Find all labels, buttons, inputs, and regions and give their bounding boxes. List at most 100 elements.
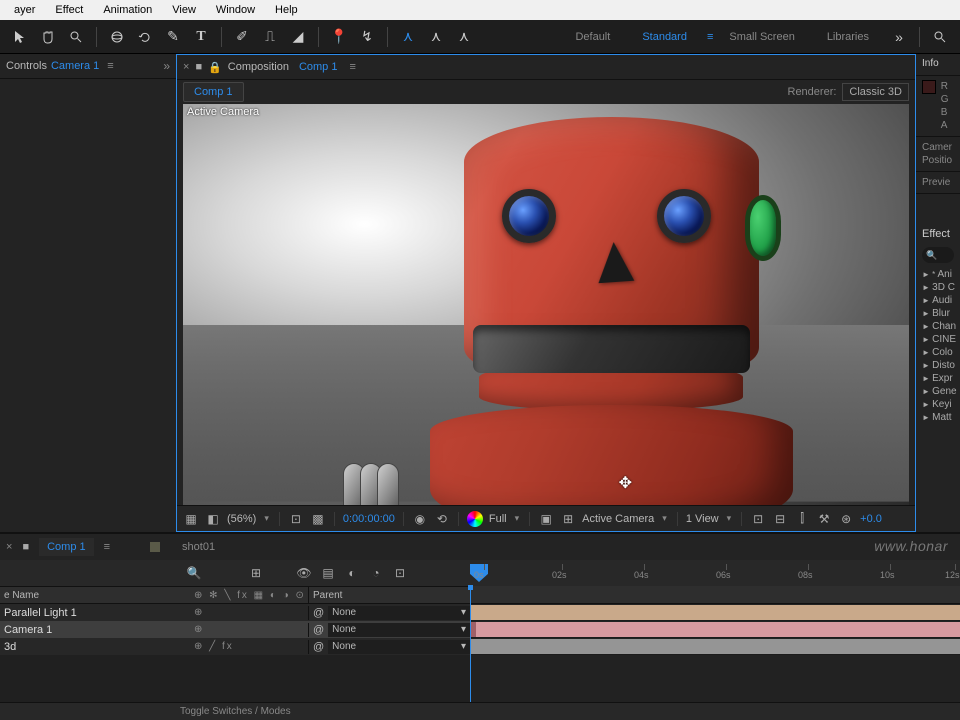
axis-view-icon[interactable]: ⋏ <box>452 25 476 49</box>
show-snapshot-icon[interactable]: ⟲ <box>434 511 450 527</box>
pickwhip-icon[interactable]: @ <box>313 624 324 636</box>
flowchart-icon[interactable]: ⚒ <box>816 511 832 527</box>
axis-local-icon[interactable]: ⋏ <box>396 25 420 49</box>
quality-dropdown[interactable]: Full <box>489 513 507 525</box>
layer-bar[interactable] <box>476 622 960 637</box>
grid-icon[interactable]: ▦ <box>183 511 199 527</box>
effects-category[interactable]: Chan <box>916 320 960 333</box>
search-icon[interactable] <box>928 25 952 49</box>
effects-panel-title[interactable]: Effect <box>916 224 960 244</box>
camera-dropdown[interactable]: Active Camera <box>582 513 654 525</box>
pen-tool-icon[interactable]: ✎ <box>161 25 185 49</box>
menu-layer[interactable]: ayer <box>4 4 45 16</box>
chevron-down-icon[interactable]: ▾ <box>662 513 667 524</box>
timeline-tab-shot01[interactable]: shot01 <box>174 538 223 556</box>
panel-overflow-icon[interactable]: » <box>163 59 170 73</box>
composition-tab-label[interactable]: Composition <box>228 61 289 73</box>
renderer-dropdown[interactable]: Classic 3D <box>842 83 909 101</box>
search-icon[interactable]: 🔍 <box>186 565 202 581</box>
menu-help[interactable]: Help <box>265 4 308 16</box>
timeline-close-icon[interactable]: × <box>6 541 12 553</box>
orbit-tool-icon[interactable] <box>105 25 129 49</box>
effects-category[interactable]: CINE <box>916 333 960 346</box>
pin-tool-icon[interactable]: 📍 <box>327 25 351 49</box>
col-layer-name[interactable]: e Name <box>0 587 188 603</box>
pickwhip-icon[interactable]: @ <box>313 607 324 619</box>
graph-editor-icon[interactable]: ◔ <box>368 565 384 581</box>
parent-dropdown[interactable]: None▾ <box>328 623 470 637</box>
zoom-level[interactable]: (56%) <box>227 513 256 525</box>
layer-row[interactable]: Camera 1 ⊕ @None▾ <box>0 621 470 638</box>
eraser-tool-icon[interactable]: ◢ <box>286 25 310 49</box>
panel-menu-icon[interactable]: ≡ <box>107 60 113 72</box>
effects-category[interactable]: Ani <box>916 268 960 281</box>
menu-animation[interactable]: Animation <box>93 4 162 16</box>
shy-icon[interactable]: 👁 <box>296 565 312 581</box>
layer-row[interactable]: Parallel Light 1 ⊕ @None▾ <box>0 604 470 621</box>
fast-preview-icon[interactable]: ⊟ <box>772 511 788 527</box>
col-parent[interactable]: Parent <box>308 587 470 603</box>
workspace-standard[interactable]: Standard <box>626 31 703 43</box>
chevron-down-icon[interactable]: ▾ <box>515 513 520 524</box>
pixel-aspect-icon[interactable]: ⊡ <box>750 511 766 527</box>
views-dropdown[interactable]: 1 View <box>686 513 719 525</box>
current-timecode[interactable]: 0:00:00:00 <box>343 513 395 525</box>
effects-category[interactable]: Expr <box>916 372 960 385</box>
puppet-tool-icon[interactable]: ↯ <box>355 25 379 49</box>
layer-row[interactable]: 3d ⊕ ╱ fx @None▾ <box>0 638 470 655</box>
menu-view[interactable]: View <box>162 4 206 16</box>
motion-blur-icon[interactable]: ◐ <box>344 565 360 581</box>
workspace-overflow-icon[interactable]: » <box>887 25 911 49</box>
effects-search[interactable]: 🔍 <box>916 244 960 266</box>
parent-dropdown[interactable]: None▾ <box>328 640 470 654</box>
effects-category[interactable]: Matt <box>916 411 960 424</box>
time-ruler[interactable]: 0s 02s 04s 06s 08s 10s 12s www.honar <box>470 560 960 586</box>
layer-bar[interactable] <box>470 605 960 620</box>
reset-exposure-icon[interactable]: ⊛ <box>838 511 854 527</box>
effects-category[interactable]: Keyi <box>916 398 960 411</box>
clone-tool-icon[interactable]: ⎍ <box>258 25 282 49</box>
pickwhip-icon[interactable]: @ <box>313 641 324 653</box>
axis-world-icon[interactable]: ⋏ <box>424 25 448 49</box>
workspace-libraries[interactable]: Libraries <box>811 31 885 43</box>
effects-category[interactable]: Audi <box>916 294 960 307</box>
timeline-icon[interactable]: ⫿ <box>794 511 810 527</box>
type-tool-icon[interactable]: T <box>189 25 213 49</box>
parent-dropdown[interactable]: None▾ <box>328 606 470 620</box>
effects-category[interactable]: Gene <box>916 385 960 398</box>
preview-panel-title[interactable]: Previe <box>916 172 960 194</box>
effects-category[interactable]: Colo <box>916 346 960 359</box>
playhead-line[interactable] <box>470 586 471 702</box>
panel-menu-icon[interactable]: ≡ <box>349 61 355 73</box>
layer-bar[interactable] <box>470 639 960 654</box>
transparency-icon[interactable]: ▩ <box>310 511 326 527</box>
selection-tool-icon[interactable] <box>8 25 32 49</box>
zoom-tool-icon[interactable] <box>64 25 88 49</box>
channel-icon[interactable]: ◧ <box>205 511 221 527</box>
effect-controls-layer[interactable]: Camera 1 <box>51 60 99 72</box>
panel-close-icon[interactable]: × <box>183 61 189 73</box>
panel-menu-icon[interactable]: ≡ <box>104 541 110 553</box>
mask-icon[interactable]: ▣ <box>538 511 554 527</box>
snapshot-icon[interactable]: ◉ <box>412 511 428 527</box>
workspace-default[interactable]: Default <box>559 31 626 43</box>
frame-blend-icon[interactable]: ▤ <box>320 565 336 581</box>
composition-viewport[interactable]: Active Camera ✥ <box>183 104 909 505</box>
effects-category[interactable]: Disto <box>916 359 960 372</box>
hand-tool-icon[interactable] <box>36 25 60 49</box>
draft-3d-icon[interactable]: ⊡ <box>392 565 408 581</box>
timeline-track-area[interactable] <box>470 586 960 702</box>
effect-controls-tab[interactable]: Controls <box>6 60 47 72</box>
color-icon[interactable] <box>467 511 483 527</box>
effects-category[interactable]: 3D C <box>916 281 960 294</box>
effects-category[interactable]: Blur <box>916 307 960 320</box>
timeline-tab-comp1[interactable]: Comp 1 <box>39 538 94 556</box>
comp-mini-icon[interactable]: ⊞ <box>248 565 264 581</box>
workspace-small-screen[interactable]: Small Screen <box>713 31 810 43</box>
chevron-down-icon[interactable]: ▾ <box>727 513 732 524</box>
info-panel-title[interactable]: Info <box>916 54 960 76</box>
rotate-tool-icon[interactable] <box>133 25 157 49</box>
composition-tab-name[interactable]: Comp 1 <box>299 61 338 73</box>
safe-zone-icon[interactable]: ⊞ <box>560 511 576 527</box>
comp-flow-tab[interactable]: Comp 1 <box>183 82 244 102</box>
